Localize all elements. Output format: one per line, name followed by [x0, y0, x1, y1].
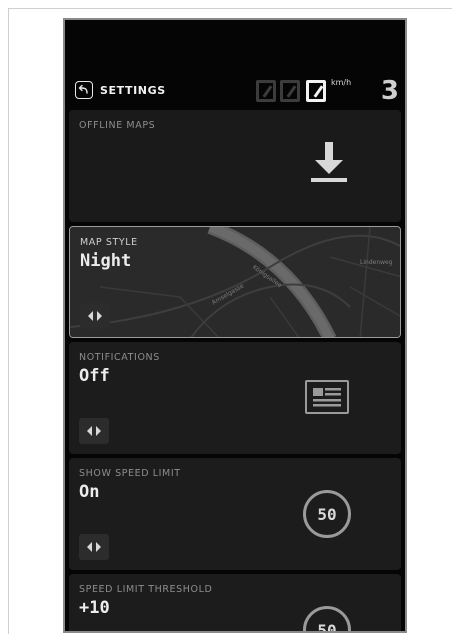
left-right-arrows-icon — [87, 426, 101, 436]
device-screen: SETTINGS km/h 3 OFFLINE MAPS MAP STYLE N… — [63, 18, 407, 633]
setting-label: OFFLINE MAPS — [79, 120, 156, 131]
setting-value: +10 — [79, 598, 110, 618]
screen: SETTINGS km/h 3 OFFLINE MAPS MAP STYLE N… — [65, 20, 405, 631]
speed-digit-tens — [256, 80, 276, 102]
left-right-arrows-icon — [88, 311, 102, 321]
speed-digit-ones — [280, 80, 300, 102]
setting-value: On — [79, 482, 100, 502]
speed-limit-sign-icon: 50 — [303, 606, 351, 633]
gear-indicator: 3 — [380, 76, 399, 106]
style-toggle-button[interactable] — [80, 303, 110, 329]
setting-label: NOTIFICATIONS — [79, 352, 160, 363]
speed-digit-current — [306, 80, 326, 102]
setting-value: Off — [79, 366, 110, 386]
speed-limit-sign-icon: 50 — [303, 490, 351, 538]
download-icon — [307, 138, 351, 190]
setting-speed-limit-threshold[interactable]: SPEED LIMIT THRESHOLD +10 50 — [69, 574, 401, 633]
setting-label: SPEED LIMIT THRESHOLD — [79, 584, 213, 595]
left-right-arrows-icon — [87, 542, 101, 552]
setting-map-style[interactable]: MAP STYLE Night Lindenweg Königsallee Am… — [69, 226, 401, 338]
back-arrow-icon[interactable] — [75, 81, 93, 99]
speed-unit: km/h — [331, 78, 352, 87]
header: SETTINGS km/h 3 — [65, 76, 405, 108]
setting-offline-maps[interactable]: OFFLINE MAPS — [69, 110, 401, 222]
speed-limit-toggle-button[interactable] — [79, 534, 109, 560]
setting-notifications[interactable]: NOTIFICATIONS Off — [69, 342, 401, 454]
setting-value: Night — [80, 251, 132, 271]
map-street-label: Lindenweg — [360, 259, 393, 266]
setting-label: MAP STYLE — [80, 237, 138, 248]
notifications-toggle-button[interactable] — [79, 418, 109, 444]
page-title: SETTINGS — [100, 84, 166, 97]
speed-limit-value: 50 — [317, 621, 337, 633]
setting-label: SHOW SPEED LIMIT — [79, 468, 181, 479]
notification-card-icon — [305, 380, 349, 414]
speed-limit-value: 50 — [317, 505, 337, 524]
setting-show-speed-limit[interactable]: SHOW SPEED LIMIT On 50 — [69, 458, 401, 570]
